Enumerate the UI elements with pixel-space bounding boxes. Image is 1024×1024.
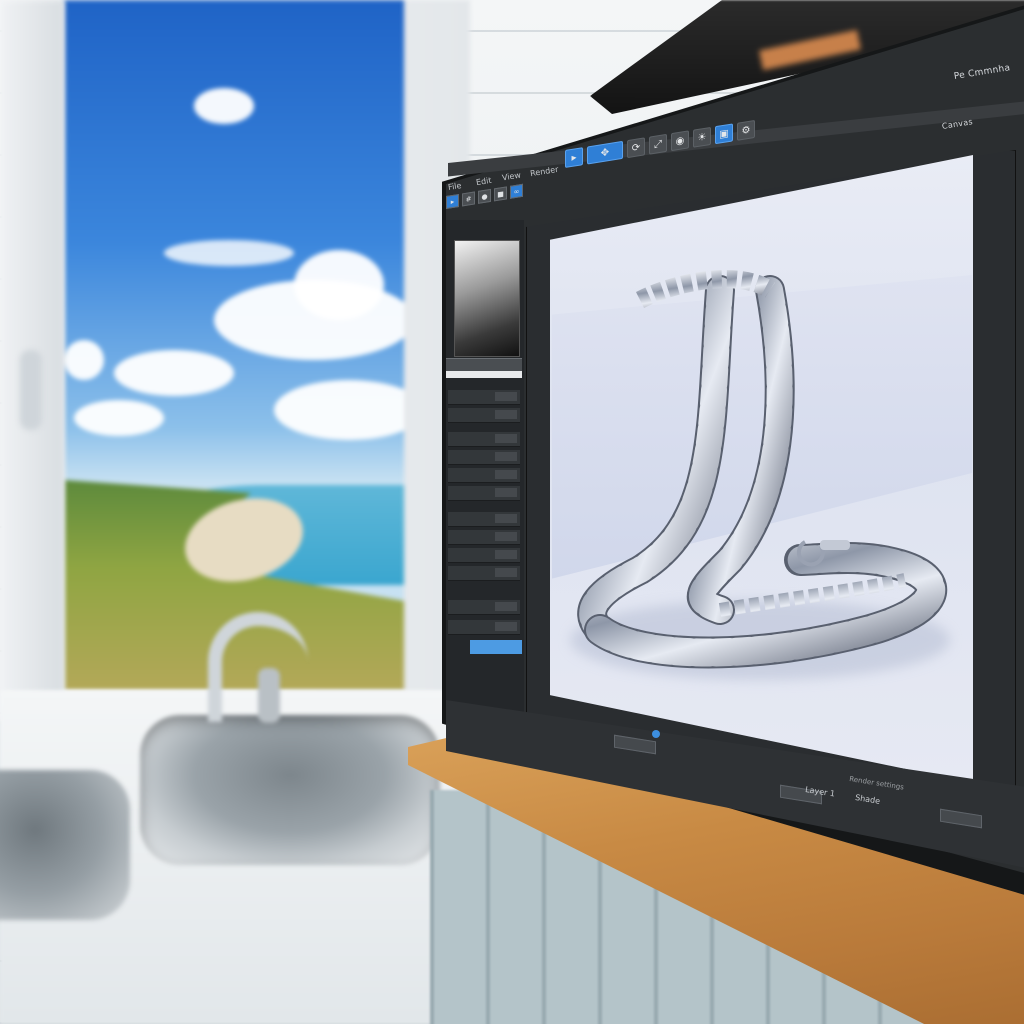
chain-necklace-render [570, 270, 950, 680]
scene: Pe Cmmnha Canvas File Edit View Render ▸… [0, 0, 1024, 1024]
record-indicator [652, 730, 660, 738]
